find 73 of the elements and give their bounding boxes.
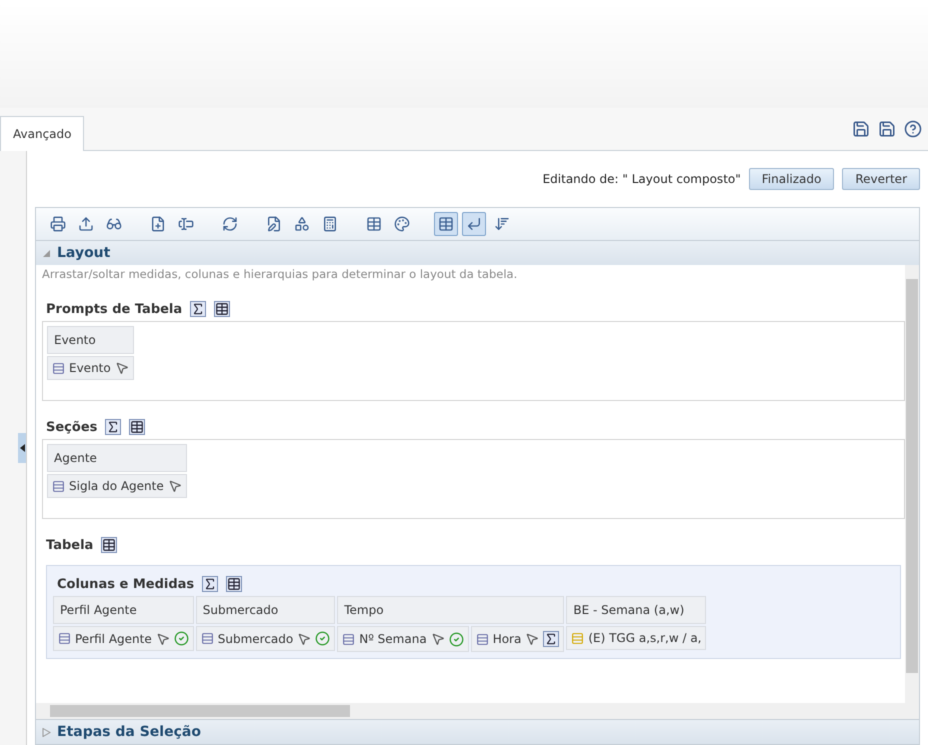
calc-icon [322, 216, 338, 232]
section-title: Layout [57, 245, 110, 261]
wrap-tool-button[interactable] [462, 212, 486, 236]
collapse-handle[interactable] [18, 433, 26, 463]
column-icon [52, 480, 65, 492]
sigma-icon[interactable] [190, 301, 206, 317]
measure-icon [571, 632, 584, 644]
column-item[interactable]: Submercado [196, 626, 336, 651]
table-icon[interactable] [101, 537, 118, 553]
column-icon [200, 632, 214, 645]
save-as-icon[interactable] [878, 120, 896, 138]
grid-tool-button[interactable] [434, 212, 458, 236]
export-icon [78, 216, 94, 232]
sort-icon [494, 216, 510, 232]
help-icon[interactable] [904, 120, 922, 138]
wrap-icon [466, 216, 482, 232]
column-label: Evento [69, 361, 111, 375]
left-triangle-icon [20, 444, 24, 452]
column-icon [342, 632, 356, 646]
group-header: Submercado [196, 596, 336, 624]
group-header: BE - Semana (a,w) [566, 596, 706, 624]
column-icon [52, 362, 65, 374]
drop-zone-title: Prompts de Tabela [46, 302, 182, 316]
tab[interactable]: Avançado [0, 116, 84, 151]
column-label: Nº Semana [359, 632, 427, 646]
column-icon [58, 632, 71, 645]
editing-label: Editando de: " Layout composto" [542, 172, 741, 186]
section-header[interactable]: Etapas da Seleção [36, 719, 919, 744]
sigma-check-icon[interactable] [174, 631, 189, 646]
table-icon[interactable] [214, 301, 230, 317]
table-icon[interactable] [129, 419, 146, 435]
column-label: (E) TGG a,s,r,w / a, [588, 631, 702, 645]
group-header: Agente [47, 444, 187, 472]
drop-zone-title: Seções [46, 420, 98, 434]
column-label: Submercado [218, 632, 294, 646]
column-label: Perfil Agente [75, 632, 152, 646]
hint-text: Arrastar/soltar medidas, colunas e hierarquias para determinar o layout da tabela. [42, 267, 518, 281]
vertical-scrollbar[interactable] [905, 265, 919, 703]
grid-icon [438, 216, 454, 232]
save-icon[interactable] [852, 120, 870, 138]
sigma-check-icon[interactable] [315, 631, 330, 646]
group-icon [294, 216, 310, 232]
action-button[interactable]: Reverter [842, 168, 920, 190]
group-header: Perfil Agente [53, 596, 194, 624]
column-item[interactable]: Perfil Agente [53, 626, 194, 651]
edit-icon [266, 216, 282, 232]
column-item[interactable]: Sigla do Agente [47, 474, 187, 498]
print-icon [50, 216, 66, 232]
section-header[interactable]: Layout [36, 240, 919, 265]
sigma-icon[interactable] [543, 631, 560, 647]
column-item[interactable]: Evento [47, 356, 134, 380]
column-icon [476, 632, 489, 646]
column-label: Sigla do Agente [69, 479, 164, 493]
column-item[interactable]: (E) TGG a,s,r,w / a, [566, 626, 706, 650]
group-header: Tempo [337, 596, 564, 624]
field-icon [178, 216, 194, 232]
sigma-check-icon[interactable] [448, 632, 464, 646]
section-title: Etapas da Seleção [57, 724, 201, 740]
drop-zone-title: Tabela [46, 538, 94, 552]
preview-icon [106, 216, 122, 232]
format-icon [394, 216, 410, 232]
insert-icon [150, 216, 166, 232]
action-button[interactable]: Finalizado [748, 168, 834, 190]
sigma-icon[interactable] [202, 576, 218, 592]
column-item[interactable]: Hora [470, 626, 564, 652]
sigma-icon[interactable] [105, 419, 122, 435]
horizontal-scrollbar[interactable] [36, 703, 919, 719]
column-label: Hora [492, 632, 522, 646]
table-icon[interactable] [226, 576, 242, 592]
drop-zone-title: Colunas e Medidas [57, 576, 194, 592]
refresh-icon [222, 216, 238, 232]
group-header: Evento [47, 326, 134, 354]
column-item[interactable]: Nº Semana [337, 626, 469, 652]
